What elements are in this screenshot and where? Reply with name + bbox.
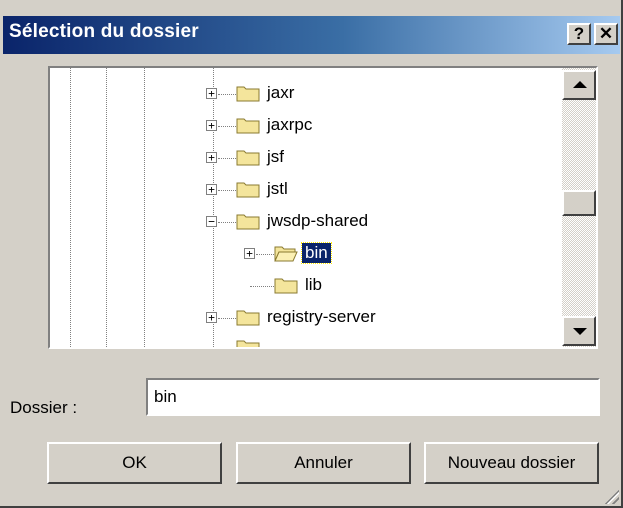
folder-icon bbox=[236, 310, 260, 326]
folder-icon bbox=[236, 86, 260, 102]
arrow-up-icon bbox=[573, 81, 587, 88]
tree-item-label: bin bbox=[301, 242, 332, 264]
dialog-title: Sélection du dossier bbox=[9, 21, 199, 42]
tree-vertical-scrollbar[interactable] bbox=[562, 68, 596, 347]
expand-toggle-icon[interactable]: + bbox=[244, 248, 255, 259]
tree-item-label: lib bbox=[305, 275, 323, 294]
expand-toggle-icon[interactable]: + bbox=[206, 184, 217, 195]
help-button[interactable]: ? bbox=[567, 23, 591, 45]
tree-item-label: registry-server bbox=[267, 307, 376, 326]
tree-item-label: jaxr bbox=[267, 83, 295, 102]
tree-guide-line bbox=[70, 68, 71, 347]
tree-item-label: jstl bbox=[267, 179, 288, 198]
expand-toggle-icon[interactable]: + bbox=[206, 152, 217, 163]
folder-input[interactable] bbox=[146, 378, 600, 416]
scroll-up-button[interactable] bbox=[562, 70, 596, 100]
cancel-button[interactable]: Annuler bbox=[236, 442, 411, 484]
ok-button[interactable]: OK bbox=[47, 442, 222, 484]
folder-selection-dialog: Sélection du dossier ? ✕ + jaxr + jaxrpc… bbox=[0, 0, 623, 508]
tree-item-label: jaxrpc bbox=[267, 115, 313, 134]
folder-field-label: Dossier : bbox=[10, 398, 78, 417]
expand-toggle-icon[interactable]: + bbox=[206, 120, 217, 131]
folder-tree[interactable]: + jaxr + jaxrpc + jsf + jstl − jwsdp-sha… bbox=[48, 66, 598, 349]
tree-guide-line bbox=[106, 68, 107, 347]
tree-item-label: jwsdp-shared bbox=[267, 211, 369, 230]
folder-icon bbox=[236, 118, 260, 134]
resize-grip-icon[interactable] bbox=[603, 488, 619, 504]
tree-guide-line bbox=[144, 68, 145, 347]
arrow-down-icon bbox=[573, 328, 587, 335]
scroll-down-button[interactable] bbox=[562, 316, 596, 346]
expand-toggle-icon[interactable]: + bbox=[206, 88, 217, 99]
collapse-toggle-icon[interactable]: − bbox=[206, 216, 217, 227]
tree-guide-line bbox=[213, 68, 214, 347]
scroll-thumb[interactable] bbox=[562, 190, 596, 216]
open-folder-icon bbox=[274, 246, 298, 262]
tree-item-label: jsf bbox=[267, 147, 284, 166]
folder-icon bbox=[236, 340, 260, 347]
folder-icon bbox=[236, 182, 260, 198]
new-folder-button[interactable]: Nouveau dossier bbox=[424, 442, 599, 484]
close-button[interactable]: ✕ bbox=[594, 23, 618, 45]
folder-icon bbox=[274, 278, 298, 294]
folder-icon bbox=[236, 150, 260, 166]
title-bar[interactable]: Sélection du dossier ? ✕ bbox=[3, 16, 620, 54]
expand-toggle-icon[interactable]: + bbox=[206, 312, 217, 323]
folder-icon bbox=[236, 214, 260, 230]
